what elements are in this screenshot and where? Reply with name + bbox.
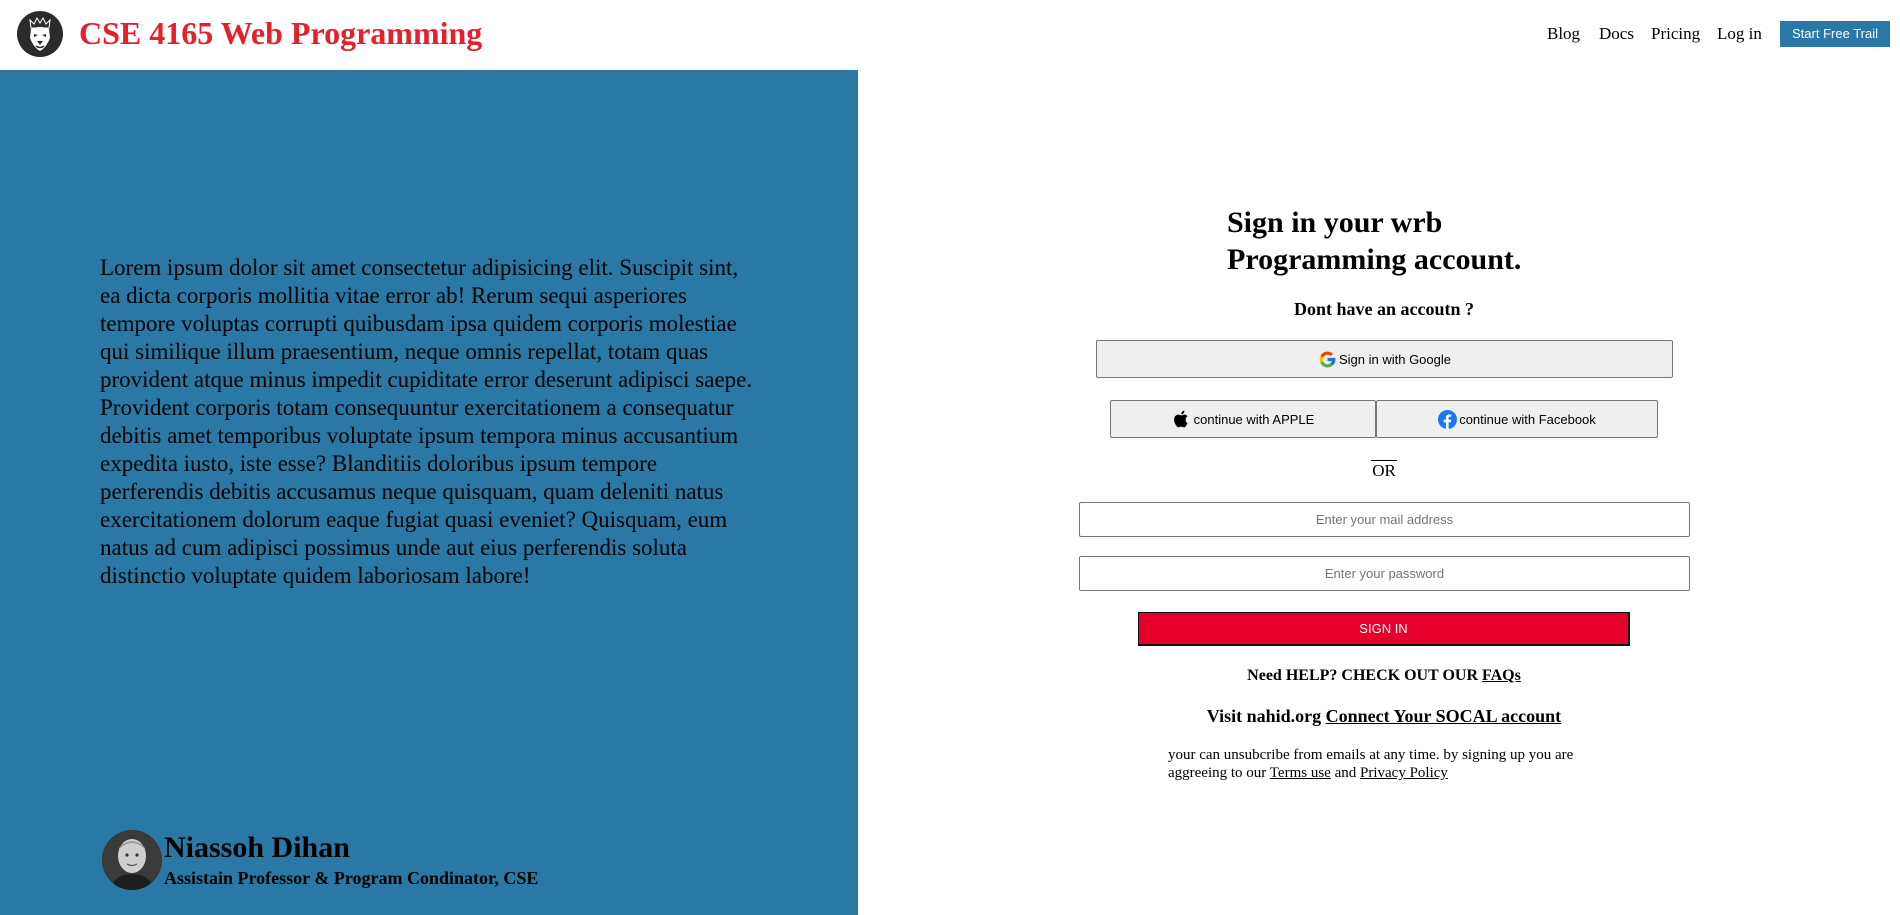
apple-icon	[1173, 410, 1188, 428]
page-title: Sign in your wrb Programming account.	[1227, 204, 1587, 278]
privacy-policy-link[interactable]: Privacy Policy	[1360, 765, 1448, 781]
page-title-line-2: Programming account.	[1227, 243, 1522, 276]
visit-prefix: Visit nahid.org	[1206, 706, 1322, 726]
nav-pricing[interactable]: Pricing	[1651, 24, 1700, 44]
google-icon	[1319, 351, 1336, 367]
facebook-icon	[1438, 409, 1458, 429]
author-title: Assistain Professor & Program Condinator…	[164, 868, 539, 888]
avatar	[102, 830, 162, 890]
testimonial-text: Lorem ipsum dolor sit amet consectetur a…	[100, 255, 753, 588]
author-name: Niassoh Dihan	[164, 831, 350, 864]
testimonial-panel: Lorem ipsum dolor sit amet consectetur a…	[0, 70, 858, 915]
help-text: Need HELP? CHECK OUT OUR FAQs	[1100, 666, 1668, 686]
lion-logo-icon[interactable]	[16, 10, 64, 58]
facebook-signin-label: continue with Facebook	[1459, 411, 1596, 427]
google-signin-label: Sign in with Google	[1338, 351, 1451, 367]
page-title-line-1: Sign in your wrb	[1227, 206, 1443, 239]
email-field[interactable]	[1079, 502, 1690, 537]
visit-text: Visit nahid.org Connect Your SOCAL accou…	[1100, 705, 1668, 727]
legal-text: your can unsubcribe from emails at any t…	[1168, 746, 1628, 782]
no-account-text: Dont have an accoutn ?	[1293, 299, 1474, 319]
legal-and: and	[1334, 765, 1357, 781]
nav-blog[interactable]: Blog	[1547, 24, 1580, 44]
google-signin-button[interactable]: Sign in with Google	[1096, 340, 1673, 378]
start-free-trial-button[interactable]: Start Free Trail	[1780, 21, 1890, 47]
top-header: CSE 4165 Web Programming Blog Docs Prici…	[0, 0, 1900, 70]
apple-signin-button[interactable]: continue with APPLE	[1110, 400, 1376, 438]
facebook-signin-button[interactable]: continue with Facebook	[1376, 400, 1658, 438]
site-title[interactable]: CSE 4165 Web Programming	[79, 14, 482, 52]
apple-signin-label: continue with APPLE	[1193, 411, 1315, 427]
nav-login[interactable]: Log in	[1717, 24, 1762, 44]
nav-docs[interactable]: Docs	[1599, 24, 1634, 44]
terms-link[interactable]: Terms use	[1270, 765, 1331, 781]
or-divider: OR	[1371, 460, 1397, 480]
faq-link[interactable]: FAQs	[1482, 667, 1521, 684]
password-field[interactable]	[1079, 556, 1690, 591]
connect-social-link[interactable]: Connect Your SOCAL account	[1326, 706, 1562, 726]
sign-in-button[interactable]: SIGN IN	[1138, 612, 1630, 646]
help-prefix: Need HELP? CHECK OUT OUR	[1247, 667, 1478, 684]
